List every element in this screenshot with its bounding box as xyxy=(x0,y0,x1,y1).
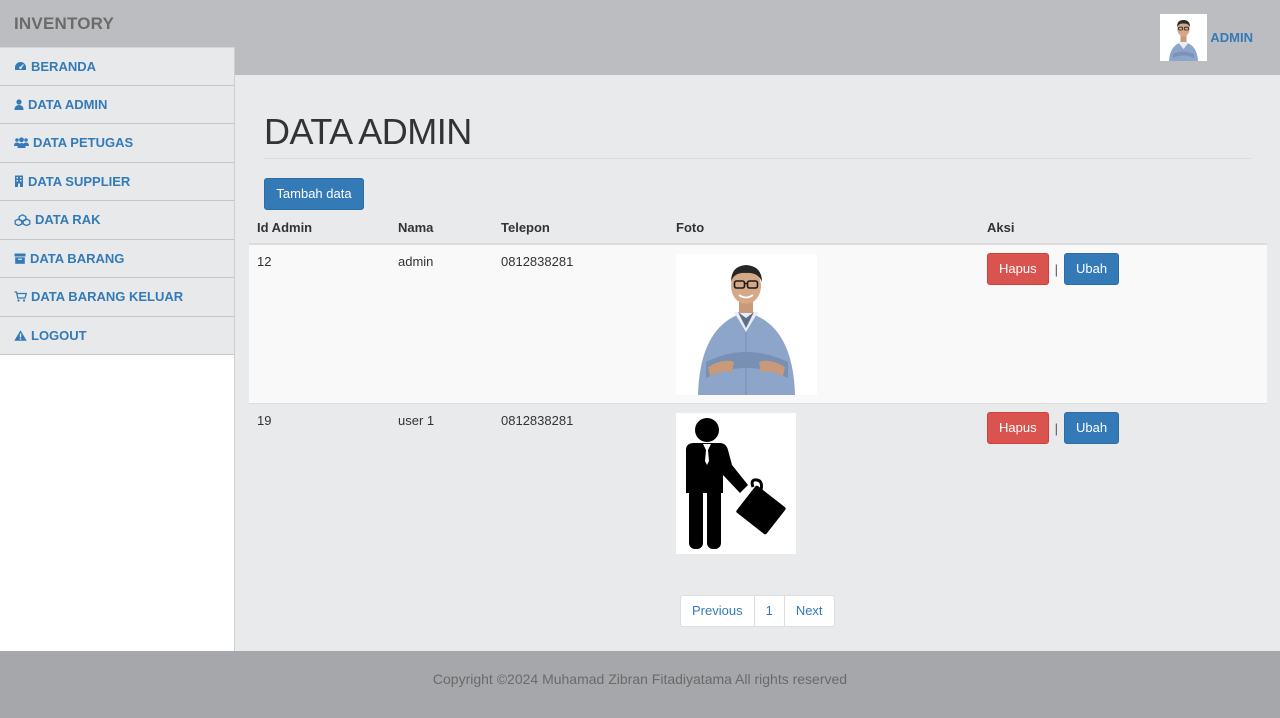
sidebar-item-data-petugas[interactable]: DATA PETUGAS xyxy=(0,124,234,163)
column-header-aksi: Aksi xyxy=(979,211,1267,245)
column-header-id: Id Admin xyxy=(249,211,390,245)
main-content: DATA ADMIN Tambah data Id Admin Nama Tel… xyxy=(235,75,1280,651)
footer: Copyright ©2024 Muhamad Zibran Fitadiyat… xyxy=(0,651,1280,718)
admin-table: Id Admin Nama Telepon Foto Aksi 12 admin… xyxy=(249,211,1267,562)
sidebar-link-logout[interactable]: LOGOUT xyxy=(14,328,87,343)
sidebar-link-data-rak[interactable]: DATA RAK xyxy=(14,212,100,227)
sidebar-label: DATA RAK xyxy=(35,212,101,228)
cell-nama: user 1 xyxy=(390,403,493,562)
user-icon xyxy=(14,99,24,110)
sidebar-link-data-petugas[interactable]: DATA PETUGAS xyxy=(14,135,133,150)
users-icon xyxy=(14,137,29,149)
cell-id: 19 xyxy=(249,403,390,562)
copyright-text: Copyright ©2024 Muhamad Zibran Fitadiyat… xyxy=(432,671,848,687)
cubes-icon xyxy=(14,213,31,226)
sidebar-item-data-barang-keluar[interactable]: DATA BARANG KELUAR xyxy=(0,278,234,317)
title-divider xyxy=(264,158,1251,159)
cell-id: 12 xyxy=(249,244,390,404)
action-separator: | xyxy=(1054,261,1058,277)
user-menu[interactable]: ADMIN xyxy=(1160,14,1253,61)
pagination-previous[interactable]: Previous xyxy=(680,595,755,627)
cell-nama: admin xyxy=(390,244,493,404)
cell-aksi: Hapus | Ubah xyxy=(979,403,1267,562)
edit-button[interactable]: Ubah xyxy=(1063,253,1120,285)
column-header-telepon: Telepon xyxy=(493,211,668,245)
edit-button[interactable]: Ubah xyxy=(1063,412,1120,444)
sidebar-item-beranda[interactable]: BERANDA xyxy=(0,47,234,86)
page-title: DATA ADMIN xyxy=(264,111,472,152)
pagination-next[interactable]: Next xyxy=(783,595,835,627)
sidebar-label: DATA ADMIN xyxy=(28,96,108,112)
pagination-page-1[interactable]: 1 xyxy=(753,595,785,627)
businessman-silhouette-icon xyxy=(676,413,796,554)
user-avatar[interactable] xyxy=(1160,14,1208,61)
sidebar-item-data-rak[interactable]: DATA RAK xyxy=(0,201,234,240)
sidebar-link-beranda[interactable]: BERANDA xyxy=(14,59,96,74)
column-header-foto: Foto xyxy=(668,211,979,245)
cell-telepon: 0812838281 xyxy=(493,403,668,562)
sidebar-label: DATA PETUGAS xyxy=(33,135,134,151)
sidebar-label: DATA BARANG xyxy=(30,250,125,266)
add-data-button[interactable]: Tambah data xyxy=(264,178,364,210)
cart-icon xyxy=(14,291,27,302)
table-header-row: Id Admin Nama Telepon Foto Aksi xyxy=(249,211,1267,245)
pagination: Previous 1 Next xyxy=(680,595,835,627)
sidebar-label: DATA SUPPLIER xyxy=(28,173,131,189)
table-row: 19 user 1 0812838281 Hapus | Ubah xyxy=(249,403,1267,562)
delete-button[interactable]: Hapus xyxy=(987,412,1049,444)
delete-button[interactable]: Hapus xyxy=(987,253,1049,285)
sidebar-link-data-admin[interactable]: DATA ADMIN xyxy=(14,97,107,112)
cell-foto xyxy=(668,403,979,562)
dashboard-icon xyxy=(15,61,26,70)
sidebar-item-data-barang[interactable]: DATA BARANG xyxy=(0,239,234,278)
person-photo xyxy=(676,254,817,395)
user-name[interactable]: ADMIN xyxy=(1210,30,1253,45)
sidebar-link-data-barang-keluar[interactable]: DATA BARANG KELUAR xyxy=(14,289,183,304)
action-separator: | xyxy=(1054,420,1058,436)
warning-icon xyxy=(14,330,27,341)
sidebar-item-data-supplier[interactable]: DATA SUPPLIER xyxy=(0,162,234,201)
cell-telepon: 0812838281 xyxy=(493,244,668,404)
sidebar-label: LOGOUT xyxy=(31,327,87,343)
sidebar-label: BERANDA xyxy=(31,58,96,74)
brand-title[interactable]: INVENTORY xyxy=(14,14,114,34)
cell-aksi: Hapus | Ubah xyxy=(979,244,1267,404)
sidebar-link-data-barang[interactable]: DATA BARANG xyxy=(14,251,124,266)
sidebar-link-data-supplier[interactable]: DATA SUPPLIER xyxy=(14,174,130,189)
building-icon xyxy=(15,175,23,188)
table-row: 12 admin 0812838281 Hapus | Ubah xyxy=(249,244,1267,404)
archive-icon xyxy=(14,253,26,264)
sidebar-item-data-admin[interactable]: DATA ADMIN xyxy=(0,85,234,124)
sidebar-label: DATA BARANG KELUAR xyxy=(31,289,184,305)
sidebar: BERANDA DATA ADMIN DATA PETUGAS DATA SUP… xyxy=(0,47,235,651)
cell-foto xyxy=(668,244,979,404)
column-header-nama: Nama xyxy=(390,211,493,245)
sidebar-item-logout[interactable]: LOGOUT xyxy=(0,316,234,355)
